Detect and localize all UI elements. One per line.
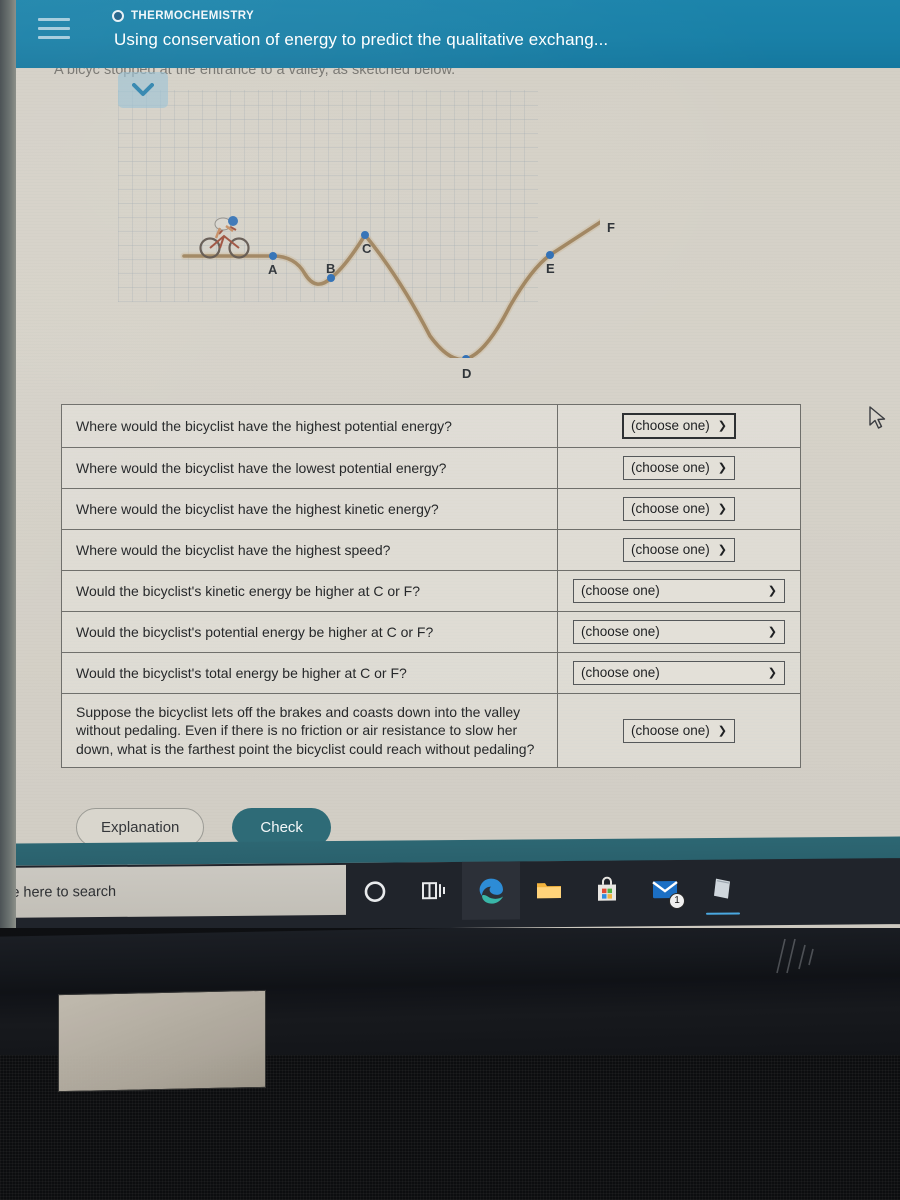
- dropdown-value: (choose one): [581, 624, 660, 639]
- answer-cell: (choose one) ❯: [557, 488, 801, 530]
- answer-cell: (choose one) ❯: [557, 652, 801, 694]
- windows-taskbar: ype here to search 1: [0, 858, 900, 928]
- question-text: Would the bicyclist's kinetic energy be …: [60, 570, 559, 612]
- point-label-e: E: [546, 261, 555, 276]
- choose-one-dropdown[interactable]: (choose one) ❯: [573, 579, 785, 603]
- question-text: Where would the bicyclist have the lowes…: [60, 447, 559, 489]
- answer-cell: (choose one) ❯: [557, 529, 801, 571]
- point-label-c: C: [362, 241, 372, 256]
- question-text: Where would the bicyclist have the highe…: [60, 488, 559, 530]
- question-table: Where would the bicyclist have the highe…: [60, 404, 801, 769]
- folder-icon: [537, 883, 561, 899]
- chevron-down-icon: ❯: [767, 667, 777, 679]
- choose-one-dropdown[interactable]: (choose one) ❯: [622, 497, 736, 521]
- hamburger-menu-icon[interactable]: [38, 18, 70, 44]
- sticky-notes-icon[interactable]: [694, 859, 752, 918]
- record-circle-icon: [112, 10, 124, 22]
- chevron-down-icon: ❯: [767, 585, 777, 597]
- dropdown-value: (choose one): [630, 722, 710, 738]
- answer-cell: (choose one) ❯: [557, 404, 801, 448]
- valley-curve-svg: [180, 216, 600, 358]
- edge-logo-icon: [479, 878, 503, 904]
- collapse-toggle-button[interactable]: [118, 72, 168, 108]
- taskbar-icon-row: 1: [346, 859, 752, 921]
- point-label-a: A: [268, 262, 278, 277]
- active-app-underline: [706, 911, 740, 915]
- answer-cell: (choose one) ❯: [557, 611, 801, 653]
- answer-cell: (choose one) ❯: [557, 692, 801, 769]
- chevron-down-icon: ❯: [717, 462, 728, 474]
- question-text: Where would the bicyclist have the highe…: [60, 404, 559, 448]
- mouse-pointer-icon: [869, 406, 886, 429]
- chevron-down-icon: ❯: [717, 724, 728, 737]
- choose-one-dropdown[interactable]: (choose one) ❯: [573, 661, 785, 685]
- choose-one-dropdown[interactable]: (choose one) ❯: [622, 538, 736, 562]
- taskbar-search-box[interactable]: ype here to search: [0, 864, 346, 919]
- choose-one-dropdown[interactable]: (choose one) ❯: [573, 620, 785, 644]
- note-page-icon: [714, 878, 730, 899]
- page-title: Using conservation of energy to predict …: [114, 30, 609, 49]
- point-marker-A: [269, 252, 277, 260]
- hp-logo-icon: [776, 938, 814, 974]
- task-view-icon[interactable]: [404, 862, 462, 921]
- mail-unread-badge: 1: [669, 892, 685, 910]
- table-row: Would the bicyclist's total energy be hi…: [60, 652, 801, 694]
- chevron-down-icon: [132, 83, 154, 96]
- chevron-down-icon: ❯: [717, 503, 728, 515]
- question-text: Where would the bicyclist have the highe…: [60, 529, 559, 571]
- task-view-glyph-icon: [422, 882, 445, 900]
- chevron-down-icon: ❯: [767, 626, 777, 638]
- choose-one-dropdown[interactable]: (choose one) ❯: [622, 456, 736, 480]
- point-marker-E: [546, 251, 554, 259]
- search-input[interactable]: ype here to search: [0, 884, 116, 901]
- laptop-screen: A bicyc stopped at the entrance to a val…: [0, 0, 900, 928]
- question-text: Suppose the bicyclist lets off the brake…: [60, 692, 559, 769]
- answer-cell: (choose one) ❯: [557, 447, 801, 489]
- mail-icon[interactable]: 1: [636, 860, 694, 919]
- table-row: Would the bicyclist's potential energy b…: [60, 611, 801, 653]
- point-label-b: B: [326, 261, 336, 276]
- cortana-circle-icon: [364, 881, 386, 902]
- bicyclist-icon: [199, 216, 250, 259]
- table-row: Where would the bicyclist have the highe…: [60, 529, 801, 571]
- answer-cell: (choose one) ❯: [557, 570, 801, 612]
- dropdown-value: (choose one): [630, 418, 710, 433]
- table-row: Where would the bicyclist have the highe…: [60, 404, 801, 448]
- header-eyebrow: THERMOCHEMISTRY: [112, 10, 254, 22]
- chevron-down-icon: ❯: [717, 544, 728, 556]
- lesson-page: A bicyc stopped at the entrance to a val…: [16, 56, 900, 847]
- table-row: Suppose the bicyclist lets off the brake…: [60, 692, 801, 769]
- screen-left-bezel: [0, 0, 16, 928]
- question-text: Would the bicyclist's potential energy b…: [60, 611, 559, 653]
- choose-one-dropdown[interactable]: (choose one) ❯: [621, 413, 737, 439]
- choose-one-dropdown[interactable]: (choose one) ❯: [622, 718, 736, 743]
- table-row: Where would the bicyclist have the lowes…: [60, 447, 801, 489]
- terrain-path-glow: [180, 218, 600, 358]
- chevron-down-icon: ❯: [717, 420, 728, 432]
- valley-figure: A B C D E F: [100, 78, 615, 381]
- topic-label: THERMOCHEMISTRY: [131, 10, 255, 22]
- screenshot-root: A bicyc stopped at the entrance to a val…: [0, 0, 900, 1200]
- lesson-header-bar: THERMOCHEMISTRY Using conservation of en…: [0, 0, 900, 68]
- point-label-d: D: [462, 366, 472, 381]
- cortana-icon[interactable]: [346, 862, 404, 921]
- question-text: Would the bicyclist's total energy be hi…: [60, 652, 559, 694]
- table-row: Would the bicyclist's kinetic energy be …: [60, 570, 801, 612]
- question-table-body: Where would the bicyclist have the highe…: [60, 404, 801, 769]
- store-bag-icon: [598, 876, 616, 901]
- file-explorer-icon[interactable]: [520, 861, 578, 920]
- dropdown-value: (choose one): [581, 665, 660, 680]
- point-label-f: F: [607, 220, 615, 235]
- dropdown-value: (choose one): [630, 542, 710, 557]
- edge-browser-icon[interactable]: [462, 861, 520, 920]
- dropdown-value: (choose one): [581, 583, 660, 598]
- dropdown-value: (choose one): [630, 460, 710, 475]
- microsoft-store-icon[interactable]: [578, 860, 636, 919]
- table-row: Where would the bicyclist have the highe…: [60, 488, 801, 530]
- laptop-sticker: [58, 989, 266, 1093]
- point-marker-C: [361, 231, 369, 239]
- dropdown-value: (choose one): [630, 501, 710, 516]
